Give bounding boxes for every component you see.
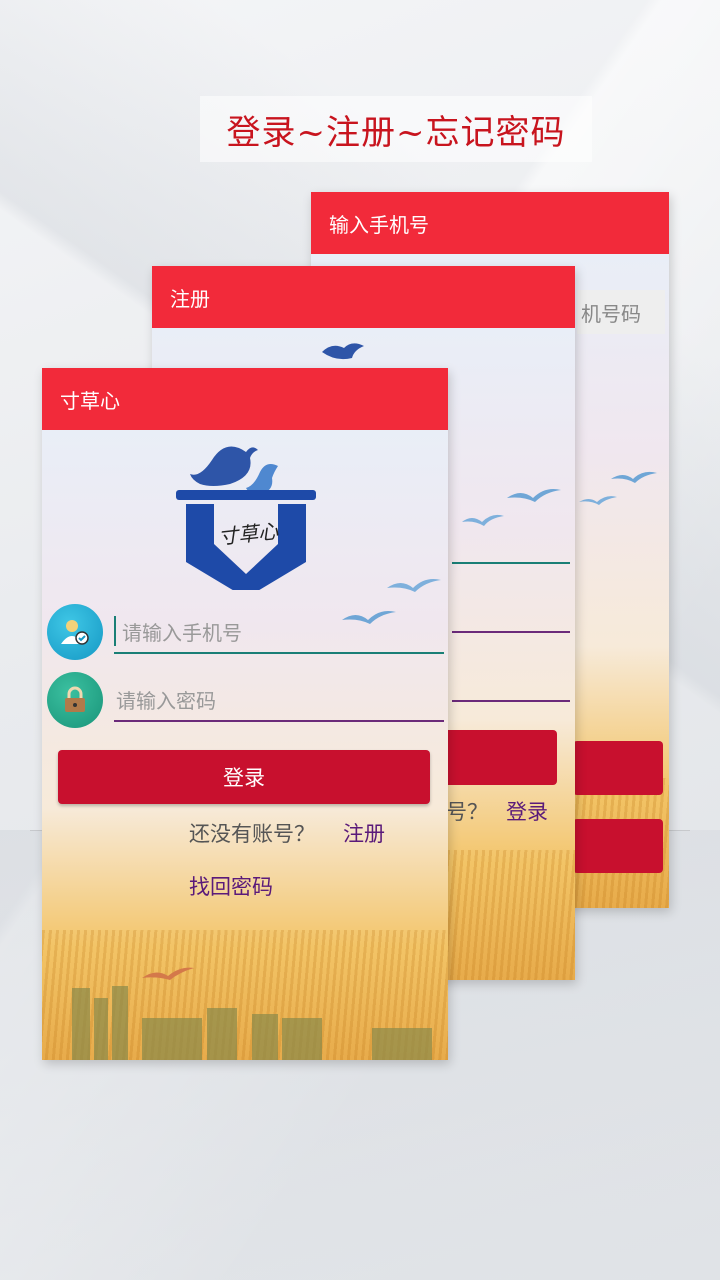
city-skyline — [72, 986, 432, 1060]
phone-field-partial[interactable]: 机号码 — [577, 290, 665, 334]
field-underline — [452, 700, 570, 702]
login-link[interactable]: 登录 — [506, 796, 548, 826]
next-button[interactable] — [573, 741, 663, 795]
no-account-text: 还没有账号？ — [189, 822, 315, 846]
forgot-password-link[interactable]: 找回密码 — [189, 871, 273, 901]
app-logo — [176, 446, 316, 590]
register-link[interactable]: 注册 — [343, 818, 385, 848]
field-underline — [452, 631, 570, 633]
app-bar: 注册 — [152, 266, 575, 328]
secondary-button[interactable] — [573, 819, 663, 873]
password-input[interactable]: 请输入密码 — [114, 678, 444, 722]
app-bar: 输入手机号 — [311, 192, 669, 254]
user-icon — [47, 604, 103, 660]
phone-input-placeholder: 请输入手机号 — [122, 620, 242, 645]
app-bar-title: 注册 — [170, 286, 210, 311]
screen-login: 寸草心 寸草心 请输入手机号 请输入密码 登录 还没有账号？ 注册 找回密码 — [42, 368, 448, 1060]
register-button[interactable] — [442, 730, 557, 785]
bird-icon — [190, 446, 258, 486]
phone-input[interactable]: 请输入手机号 — [114, 610, 444, 654]
lock-icon — [47, 672, 103, 728]
promo-headline: 登录~注册~忘记密码 — [200, 96, 592, 162]
have-account-text: 号？ — [446, 800, 488, 824]
bird-icon — [246, 464, 278, 495]
field-underline — [452, 562, 570, 564]
app-bar-title: 输入手机号 — [329, 212, 429, 237]
login-button[interactable]: 登录 — [58, 750, 430, 804]
password-input-placeholder: 请输入密码 — [116, 688, 216, 713]
